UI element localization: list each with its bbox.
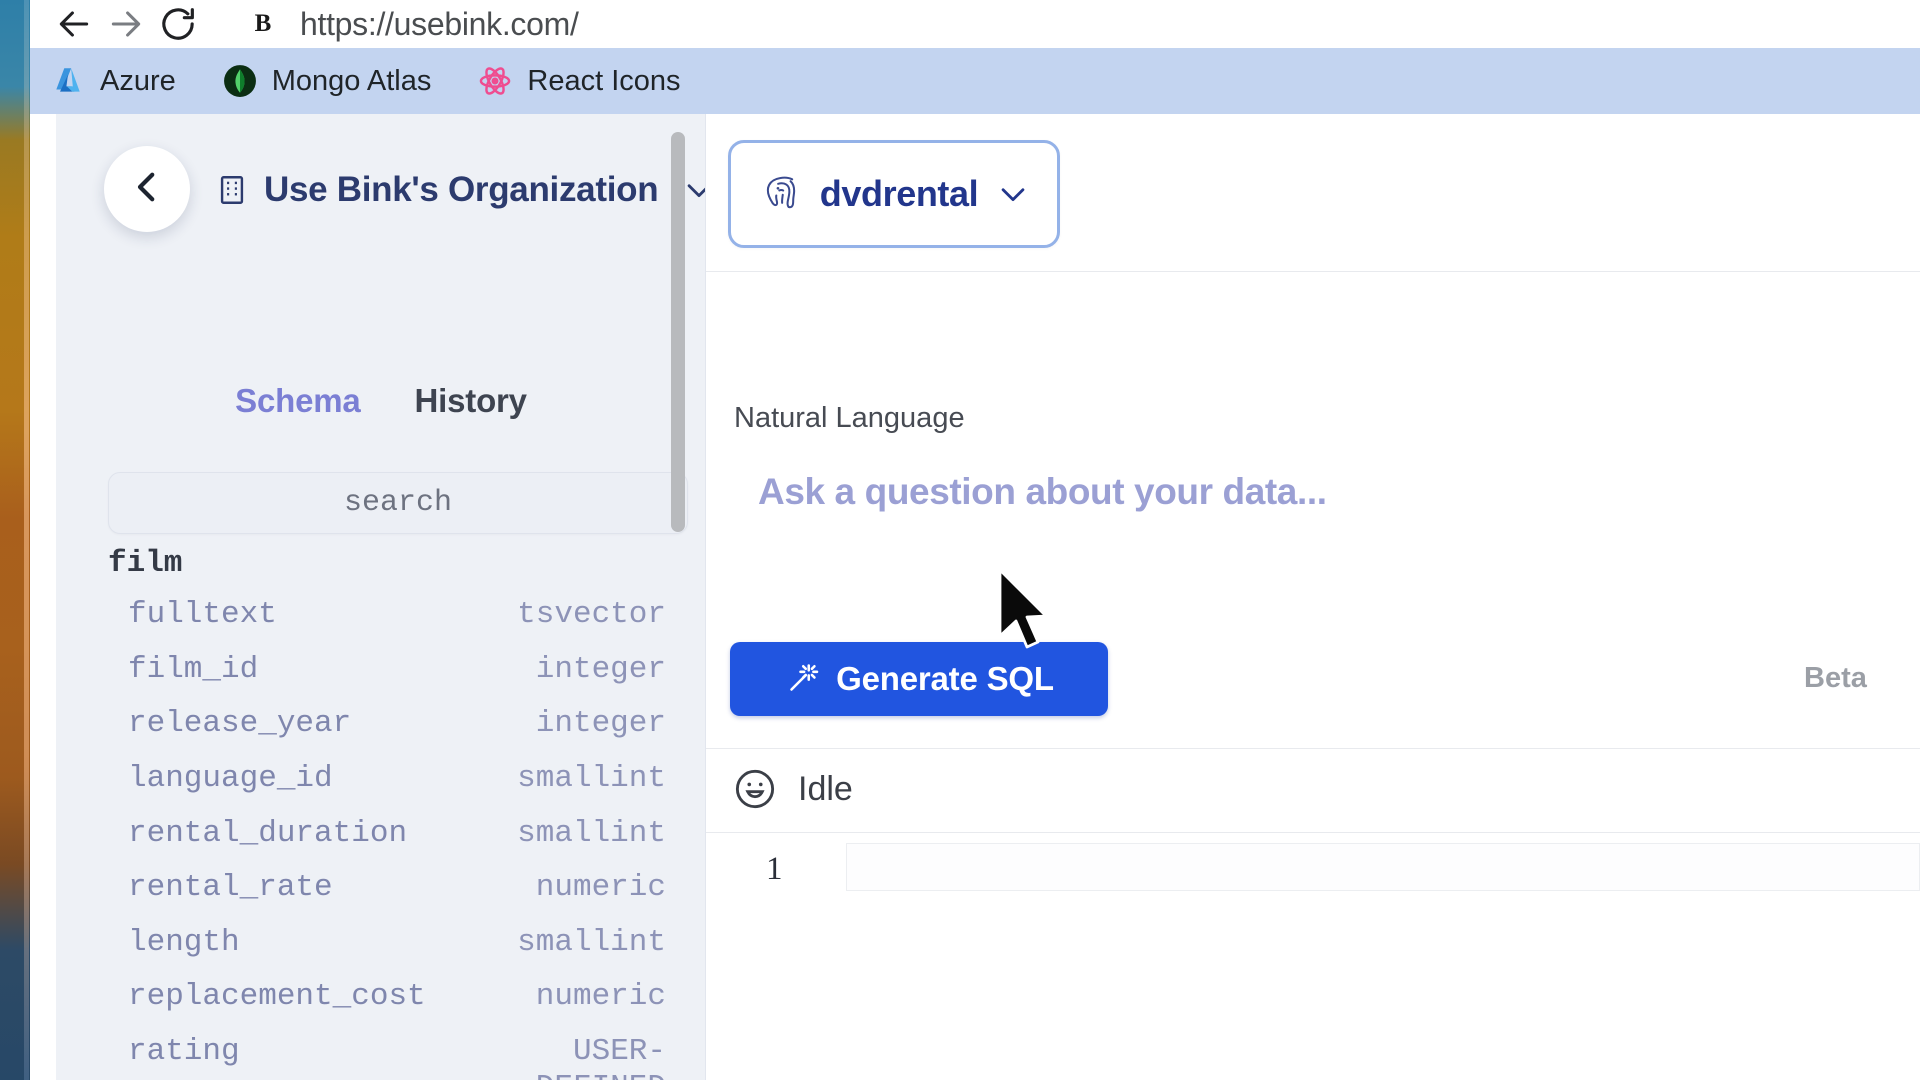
browser-window: B https://usebink.com/ Azure Mongo Atlas… (28, 0, 1920, 1080)
schema-column-row[interactable]: language_id smallint (108, 761, 666, 797)
beta-badge: Beta (1804, 662, 1867, 694)
bookmark-label: Mongo Atlas (271, 64, 432, 97)
column-name: film_id (128, 651, 259, 687)
mongodb-icon (222, 63, 258, 99)
status-text: Idle (798, 769, 853, 808)
schema-column-row[interactable]: replacement_cost numeric (108, 979, 666, 1015)
schema-column-row[interactable]: fulltext tsvector (108, 597, 666, 633)
column-name: fulltext (128, 597, 277, 632)
column-type: USER-DEFINED (536, 1034, 666, 1080)
panel-divider (706, 271, 1920, 272)
column-type: smallint (517, 760, 666, 796)
organization-selector[interactable]: Use Bink's Organization (214, 170, 705, 210)
natural-language-label: Natural Language (734, 402, 965, 434)
generate-sql-label: Generate SQL (836, 660, 1054, 697)
sidebar-tabs: Schema History (56, 382, 705, 420)
schema-column-row[interactable]: rating USER-DEFINED (108, 1034, 666, 1080)
organization-name: Use Bink's Organization (264, 170, 659, 209)
status-divider-top (706, 748, 1920, 749)
database-selector[interactable]: dvdrental (728, 140, 1060, 248)
forward-arrow-icon[interactable] (100, 0, 152, 50)
azure-icon (50, 63, 86, 99)
smiley-face-icon (732, 766, 778, 812)
column-type: integer (535, 651, 666, 687)
column-type: numeric (535, 979, 666, 1015)
tab-history[interactable]: History (415, 382, 527, 420)
tab-schema[interactable]: Schema (235, 382, 361, 420)
column-name: length (128, 924, 240, 960)
browser-toolbar: B https://usebink.com/ (28, 0, 1920, 52)
schema-column-row[interactable]: rental_duration smallint (108, 816, 666, 852)
sql-editor[interactable]: 1 (706, 833, 1920, 1080)
screen: B https://usebink.com/ Azure Mongo Atlas… (0, 0, 1920, 1080)
column-name: replacement_cost (128, 979, 426, 1015)
column-name: release_year (128, 706, 352, 742)
column-type: numeric (535, 870, 666, 906)
app-content: Use Bink's Organization Schema History s… (56, 114, 1920, 1080)
wallpaper-glow (24, 0, 29, 1080)
editor-code-line[interactable] (846, 843, 1920, 891)
column-type: smallint (517, 815, 666, 851)
bookmark-react-icons[interactable]: React Icons (477, 63, 681, 99)
magic-wand-icon (784, 661, 820, 697)
schema-column-list: film fulltext tsvector film_id integer r… (56, 546, 705, 1080)
address-bar[interactable]: B https://usebink.com/ (220, 0, 1920, 52)
editor-line-number: 1 (766, 851, 783, 887)
column-type: integer (535, 706, 666, 742)
site-identity-badge: B (254, 10, 272, 37)
url-text: https://usebink.com/ (300, 5, 579, 42)
column-name: rental_rate (128, 870, 333, 906)
natural-language-input[interactable]: Ask a question about your data... (758, 471, 1327, 513)
schema-column-row[interactable]: release_year integer (108, 706, 666, 742)
back-arrow-icon[interactable] (48, 0, 100, 50)
reload-icon[interactable] (152, 0, 204, 50)
generate-sql-button[interactable]: Generate SQL (730, 642, 1108, 716)
column-name: language_id (128, 760, 333, 796)
react-icon (477, 63, 513, 99)
schema-sidebar: Use Bink's Organization Schema History s… (56, 114, 706, 1080)
bookmark-label: Azure (100, 64, 176, 97)
search-placeholder: search (343, 486, 453, 520)
chevron-down-icon (996, 177, 1030, 211)
chevron-left-icon (126, 166, 168, 213)
schema-column-row[interactable]: film_id integer (108, 652, 666, 688)
query-panel: dvdrental Natural Language Ask a questio… (706, 114, 1920, 1080)
schema-column-row[interactable]: length smallint (108, 925, 666, 961)
sidebar-collapse-button[interactable] (104, 146, 190, 232)
bookmark-label: React Icons (527, 64, 681, 97)
postgresql-elephant-icon (758, 170, 806, 218)
schema-column-row[interactable]: rental_rate numeric (108, 870, 666, 906)
bookmark-mongo-atlas[interactable]: Mongo Atlas (222, 63, 432, 99)
bookmark-azure[interactable]: Azure (50, 63, 176, 99)
bookmarks-bar: Azure Mongo Atlas React Icons (28, 48, 1920, 114)
column-name: rental_duration (128, 815, 408, 851)
sidebar-scrollbar-thumb[interactable] (671, 132, 685, 532)
column-name: rating (128, 1034, 240, 1070)
column-type: smallint (517, 924, 666, 960)
column-type: tsvector (517, 597, 666, 632)
building-icon (214, 172, 250, 208)
schema-table-name: film (108, 546, 183, 581)
database-name: dvdrental (819, 173, 979, 214)
status-bar: Idle (732, 766, 853, 812)
schema-search-input[interactable]: search (108, 472, 688, 534)
